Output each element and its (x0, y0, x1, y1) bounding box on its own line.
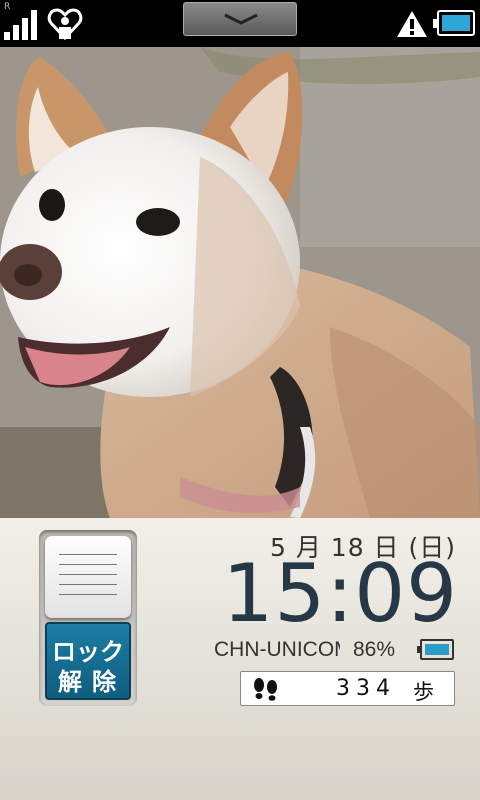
step-count: 334 (336, 676, 396, 701)
signal-icon (4, 10, 42, 40)
notification-pulldown-handle[interactable] (183, 2, 297, 36)
status-bar: R (0, 0, 480, 47)
battery-icon (433, 10, 475, 36)
battery-status-icon (417, 639, 454, 660)
carrier-name: CHN-UNICOM (214, 638, 340, 661)
warning-icon (397, 11, 427, 37)
unlock-slider-handle[interactable] (45, 536, 131, 618)
step-unit: 歩 (413, 680, 434, 704)
unlock-label-line2: 解除 (58, 668, 126, 696)
unlock-button[interactable]: ロック 解除 (45, 622, 131, 700)
battery-percent: 86% (353, 638, 396, 661)
footprints-icon (254, 678, 277, 701)
clock-time: 15:09 (222, 547, 458, 640)
unlock-slider-track[interactable]: ロック 解除 (39, 530, 137, 706)
dog-photo (0, 47, 480, 518)
pedometer-widget[interactable]: 334 歩 (240, 671, 455, 706)
wallpaper-photo (0, 47, 480, 518)
heart-icon (47, 8, 83, 41)
chevron-down-icon (224, 13, 258, 25)
lock-screen-panel: ロック 解除 5 月 18 日 (日) 15:09 CHN-UNICOM 86%… (0, 518, 480, 800)
